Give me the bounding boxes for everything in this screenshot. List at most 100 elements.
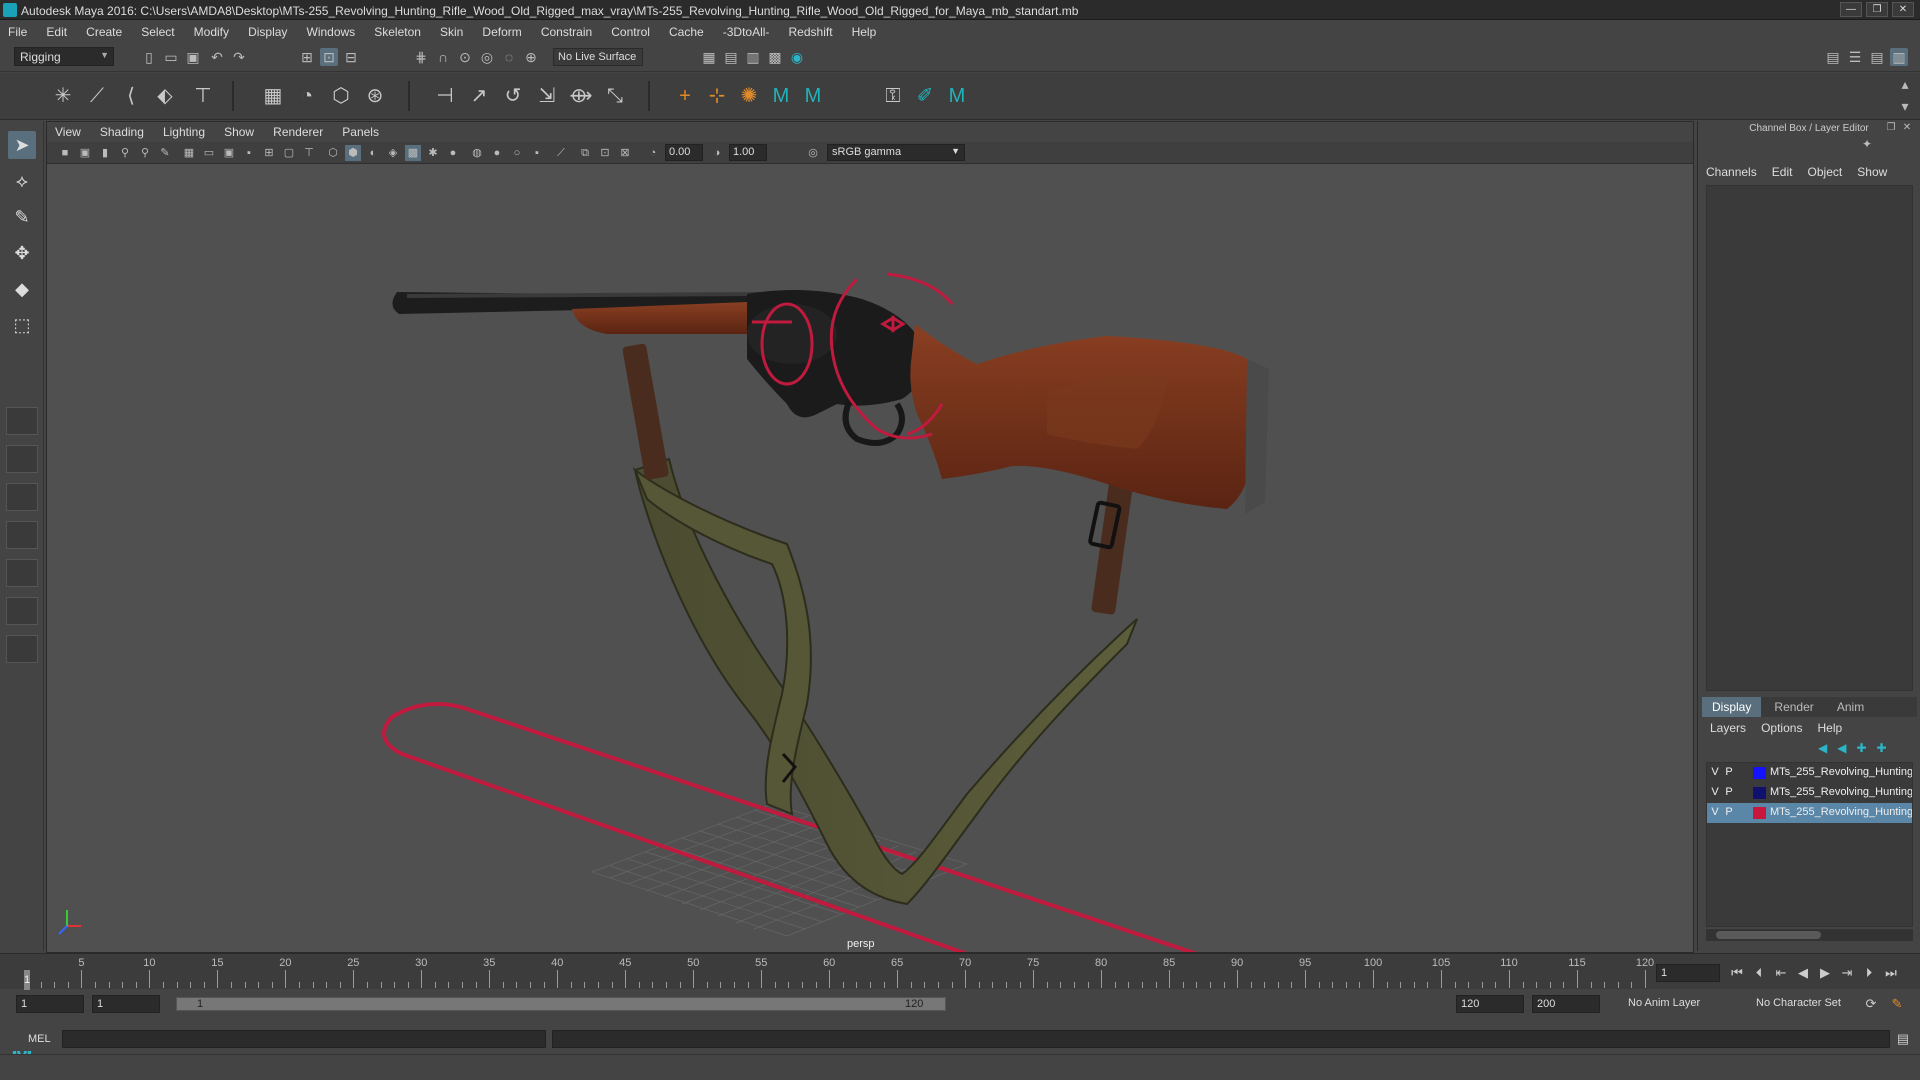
character-set-select[interactable]: No Character Set: [1752, 995, 1845, 1013]
pole-vector-icon[interactable]: ⤡: [602, 83, 628, 109]
paint-weights-icon[interactable]: ⊤: [190, 83, 216, 109]
animation-preferences-icon[interactable]: ✎: [1888, 995, 1906, 1013]
layer-color-swatch[interactable]: [1753, 767, 1766, 779]
go-to-start-icon[interactable]: ⏮: [1728, 964, 1746, 982]
attribute-editor-icon[interactable]: ☰: [1846, 48, 1864, 66]
color-management-icon[interactable]: ◎: [805, 145, 821, 161]
aim-constraint-icon[interactable]: ↗: [466, 83, 492, 109]
rivet-icon[interactable]: ⊹: [704, 83, 730, 109]
animation-end-field[interactable]: 200: [1532, 995, 1600, 1013]
script-language-label[interactable]: MEL: [28, 1033, 51, 1045]
point-constraint-icon[interactable]: ⊣: [432, 83, 458, 109]
menu-cache[interactable]: Cache: [661, 21, 712, 39]
render-settings-icon[interactable]: ▩: [766, 48, 784, 66]
isolate-select-icon[interactable]: ▪: [529, 145, 545, 161]
tab-anim[interactable]: Anim: [1827, 697, 1874, 717]
lattice-icon[interactable]: ▦: [260, 83, 286, 109]
sculpt-deformer-icon[interactable]: ⊛: [362, 83, 388, 109]
scale-tool-icon[interactable]: ⬚: [8, 311, 36, 339]
gate-mask-icon[interactable]: ▪: [241, 145, 257, 161]
channel-list[interactable]: [1706, 185, 1913, 691]
new-scene-icon[interactable]: ▯: [140, 48, 158, 66]
layer-playback-toggle[interactable]: P: [1723, 806, 1735, 820]
gamma-icon[interactable]: ◑: [709, 145, 725, 161]
object-menu[interactable]: Object: [1808, 165, 1843, 179]
backface-icon[interactable]: ⊠: [617, 145, 633, 161]
shadows-icon[interactable]: ✱: [425, 145, 441, 161]
shelf-scroll-down-icon[interactable]: ▾: [1896, 97, 1914, 115]
layer-playback-toggle[interactable]: P: [1723, 766, 1735, 780]
channel-box-toggle-icon[interactable]: ▥: [1890, 48, 1908, 66]
play-forwards-icon[interactable]: ▶: [1816, 964, 1834, 982]
camera-select-icon[interactable]: ■: [57, 145, 73, 161]
image-plane-icon[interactable]: ⚲: [117, 145, 133, 161]
layout-extra-icon[interactable]: [6, 635, 38, 663]
undo-icon[interactable]: ↶: [208, 48, 226, 66]
redo-icon[interactable]: ↷: [230, 48, 248, 66]
auto-key-icon[interactable]: ⟳: [1862, 995, 1880, 1013]
layer-color-swatch[interactable]: [1753, 787, 1766, 799]
snap-curve-icon[interactable]: ∩: [434, 48, 452, 66]
orient-constraint-icon[interactable]: ↺: [500, 83, 526, 109]
menu-deform[interactable]: Deform: [474, 21, 529, 39]
menu-create[interactable]: Create: [78, 21, 130, 39]
paint-select-icon[interactable]: ✎: [8, 203, 36, 231]
layer-visibility-toggle[interactable]: V: [1709, 766, 1721, 780]
layer-row[interactable]: V P MTs_255_Revolving_Hunting_Rifle: [1707, 783, 1912, 803]
wrap-deformer-icon[interactable]: ⬡: [328, 83, 354, 109]
hik-character-icon[interactable]: M: [800, 83, 826, 109]
close-panel-icon[interactable]: ✕: [1898, 119, 1916, 137]
layer-row[interactable]: V P MTs_255_Revolving_Hunting_Rifle: [1707, 803, 1912, 823]
layer-visibility-toggle[interactable]: V: [1709, 786, 1721, 800]
film-gate-icon[interactable]: ▭: [201, 145, 217, 161]
select-hierarchy-icon[interactable]: ⊞: [298, 48, 316, 66]
hik-icon[interactable]: M: [768, 83, 794, 109]
resolution-gate-icon[interactable]: ▣: [221, 145, 237, 161]
modeling-toolkit-icon[interactable]: ▤: [1824, 48, 1842, 66]
wireframe-on-shaded-icon[interactable]: ◐: [365, 145, 381, 161]
animation-start-field[interactable]: 1: [16, 995, 84, 1013]
snap-surface-icon[interactable]: ◌: [500, 48, 518, 66]
menu-windows[interactable]: Windows: [299, 21, 364, 39]
exposure-field[interactable]: 0.00: [665, 144, 703, 161]
ipr-render-icon[interactable]: ▥: [744, 48, 762, 66]
gamma-field[interactable]: 1.00: [729, 144, 767, 161]
snap-grid-icon[interactable]: ⋕: [412, 48, 430, 66]
color-space-select[interactable]: sRGB gamma ▼: [827, 144, 965, 161]
motion-blur-icon[interactable]: ◍: [469, 145, 485, 161]
menu-skeleton[interactable]: Skeleton: [366, 21, 429, 39]
viewport-menu-view[interactable]: View: [47, 122, 89, 139]
time-slider-track[interactable]: 5 10 15 20 25 30 35 40 45 50 55 60 65 70 75 80 85 90 95 100…: [22, 954, 1654, 990]
xray-joints-icon[interactable]: ⧉: [577, 145, 593, 161]
create-joint-icon[interactable]: ✳: [50, 83, 76, 109]
tab-display[interactable]: Display: [1702, 697, 1762, 717]
script-editor-icon[interactable]: ▤: [1894, 1030, 1912, 1048]
rotate-tool-icon[interactable]: ◆: [8, 275, 36, 303]
cluster-icon[interactable]: ◔: [294, 83, 320, 109]
multisample-icon[interactable]: ●: [489, 145, 505, 161]
open-scene-icon[interactable]: ▭: [162, 48, 180, 66]
menu-set-select[interactable]: Rigging ▼: [14, 47, 114, 66]
layer-visibility-toggle[interactable]: V: [1709, 806, 1721, 820]
viewport-menu-lighting[interactable]: Lighting: [155, 122, 213, 139]
locator-icon[interactable]: +: [672, 83, 698, 109]
menu-modify[interactable]: Modify: [186, 21, 237, 39]
new-empty-layer-icon[interactable]: ✚: [1856, 741, 1876, 755]
menu-skin[interactable]: Skin: [432, 21, 471, 39]
menu-select[interactable]: Select: [133, 21, 182, 39]
tab-render[interactable]: Render: [1764, 697, 1823, 717]
safe-title-icon[interactable]: ⊤: [301, 145, 317, 161]
wireframe-icon[interactable]: ⬡: [325, 145, 341, 161]
depth-of-field-icon[interactable]: ○: [509, 145, 525, 161]
camera-attributes-icon[interactable]: ▣: [77, 145, 93, 161]
layers-menu[interactable]: Layers: [1710, 721, 1746, 735]
viewport-menu-panels[interactable]: Panels: [334, 122, 387, 139]
move-layer-down-icon[interactable]: ◀: [1837, 741, 1856, 755]
menu-edit[interactable]: Edit: [38, 21, 75, 39]
bookmark-icon[interactable]: ▮: [97, 145, 113, 161]
safe-action-icon[interactable]: ▢: [281, 145, 297, 161]
step-forward-frame-icon[interactable]: ⏵: [1860, 964, 1878, 982]
tool-settings-icon[interactable]: ▤: [1868, 48, 1886, 66]
menu-control[interactable]: Control: [603, 21, 658, 39]
time-slider[interactable]: 5 10 15 20 25 30 35 40 45 50 55 60 65 70 75 80 85 90 95 100…: [0, 953, 1920, 990]
